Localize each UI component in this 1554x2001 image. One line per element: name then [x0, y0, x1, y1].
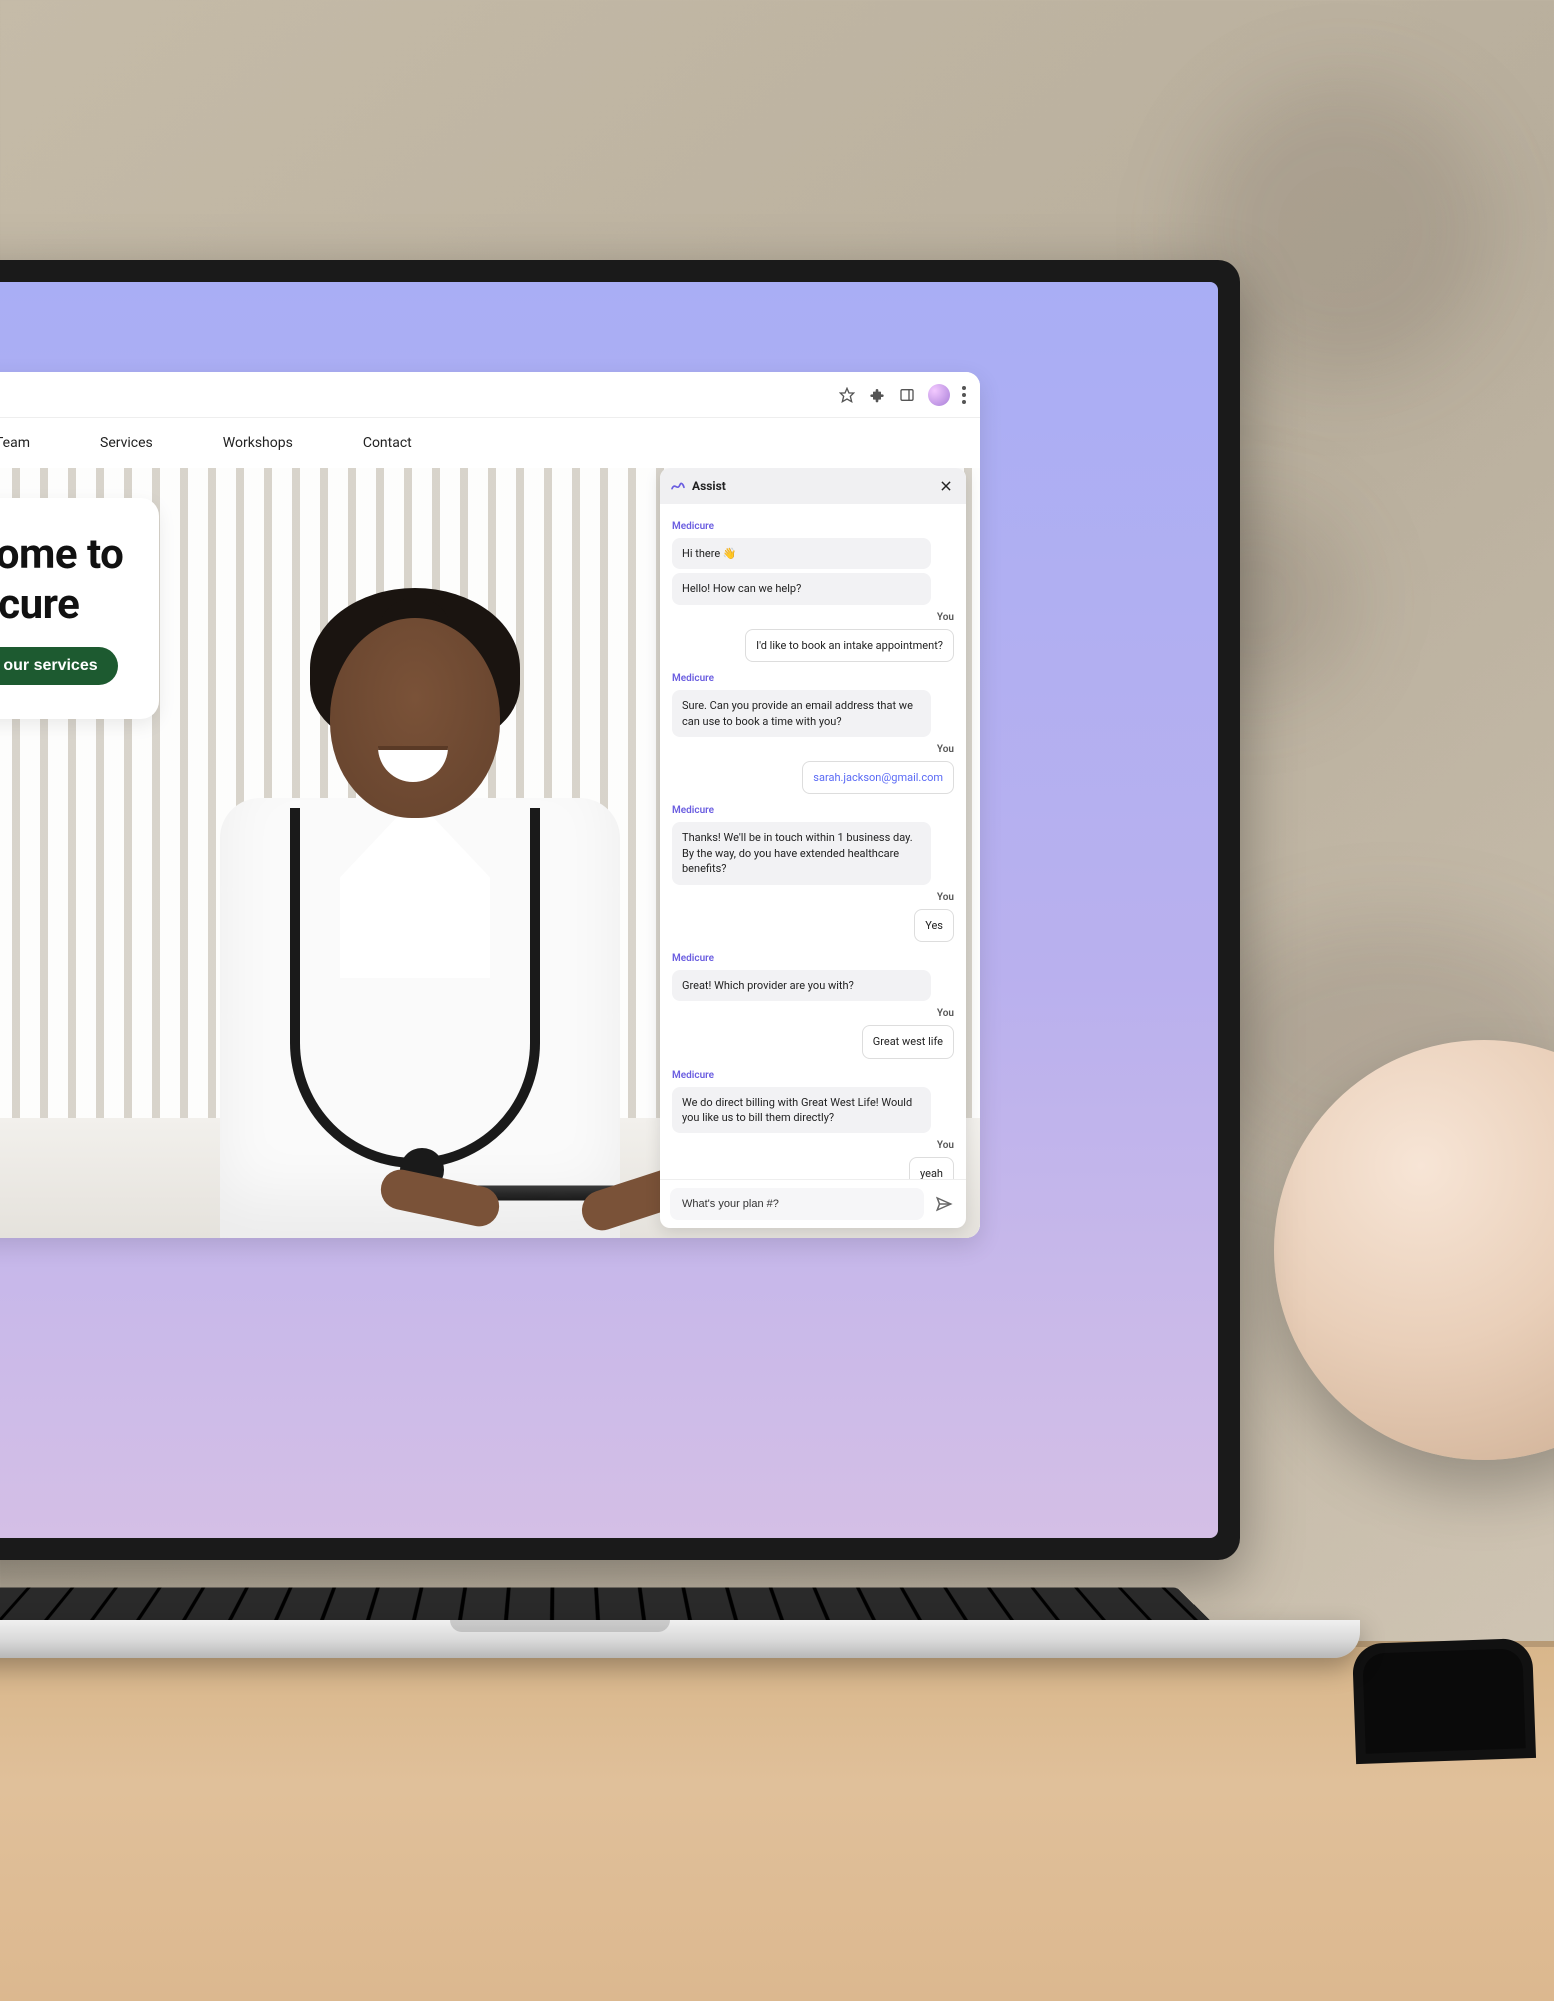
chat-row-you: I'd like to book an intake appointment?: [672, 629, 954, 666]
doctor-figure: [180, 558, 640, 1238]
chat-row-you: sarah.jackson@gmail.com: [672, 761, 954, 798]
chat-header: Assist: [660, 468, 966, 504]
chat-party-label-bot: Medicure: [672, 804, 954, 818]
page-hero: Welcome to Medicure Checkout our service…: [0, 468, 980, 1238]
assist-logo-icon: [670, 478, 686, 494]
chat-bubble-bot: Hi there 👋: [672, 538, 931, 569]
chat-body[interactable]: Medicure Hi there 👋 Hello! How can we help…: [660, 504, 966, 1179]
chat-party-label-bot: Medicure: [672, 952, 954, 966]
chat-party-label-you: You: [672, 1139, 954, 1153]
profile-avatar[interactable]: [928, 384, 950, 406]
chat-row-you: Yes: [672, 909, 954, 946]
chat-widget: Assist Medicure Hi there 👋 Hello! How can …: [660, 468, 966, 1228]
chat-bubble-you: Yes: [914, 909, 954, 942]
chat-input[interactable]: [670, 1188, 924, 1220]
phone-prop: [1352, 1638, 1536, 1764]
chat-party-label-you: You: [672, 611, 954, 625]
laptop-bezel: me Our Team Services Workshops Contact: [0, 260, 1240, 1560]
send-button[interactable]: [932, 1192, 956, 1216]
star-icon[interactable]: [838, 386, 856, 404]
cta-button[interactable]: Checkout our services: [0, 647, 118, 685]
panel-icon[interactable]: [898, 386, 916, 404]
hero-title-line1: Welcome to: [0, 530, 123, 579]
chat-input-row: [660, 1179, 966, 1228]
browser-window: me Our Team Services Workshops Contact: [0, 372, 980, 1238]
chat-bubble-you: sarah.jackson@gmail.com: [802, 761, 954, 794]
chat-bubble-bot: Hello! How can we help?: [672, 573, 931, 604]
close-icon[interactable]: [936, 476, 956, 496]
chat-bubble-you: I'd like to book an intake appointment?: [745, 629, 954, 662]
chat-brand: Assist: [692, 479, 726, 493]
nav-item-contact[interactable]: Contact: [363, 435, 412, 451]
chat-bubble-you: Great west life: [862, 1025, 954, 1058]
site-nav: me Our Team Services Workshops Contact: [0, 418, 980, 468]
laptop-screen: me Our Team Services Workshops Contact: [0, 282, 1218, 1538]
chat-bubble-bot: Sure. Can you provide an email address t…: [672, 690, 931, 737]
chat-party-label-you: You: [672, 891, 954, 905]
hero-title: Welcome to Medicure: [0, 530, 123, 629]
desk-surface: [0, 1641, 1554, 2001]
hero-title-line2: Medicure: [0, 580, 79, 629]
extensions-icon[interactable]: [868, 386, 886, 404]
chat-row-you: yeah: [672, 1157, 954, 1179]
chat-bubble-you: yeah: [909, 1157, 954, 1179]
chat-party-label-you: You: [672, 743, 954, 757]
chat-bubble-bot: We do direct billing with Great West Lif…: [672, 1087, 931, 1134]
laptop-keyboard: [0, 1587, 1210, 1620]
kebab-menu-icon[interactable]: [962, 386, 966, 404]
browser-toolbar: [0, 372, 980, 418]
chat-bubble-bot: Thanks! We'll be in touch within 1 busin…: [672, 822, 931, 884]
nav-item-workshops[interactable]: Workshops: [223, 435, 293, 451]
chat-party-label-you: You: [672, 1007, 954, 1021]
chat-party-label-bot: Medicure: [672, 672, 954, 686]
nav-item-services[interactable]: Services: [100, 435, 153, 451]
hero-card: Welcome to Medicure Checkout our service…: [0, 498, 159, 719]
chat-party-label-bot: Medicure: [672, 1069, 954, 1083]
laptop-base: [0, 1620, 1360, 1658]
nav-item-our-team[interactable]: Our Team: [0, 435, 30, 451]
chat-row-you: Great west life: [672, 1025, 954, 1062]
chat-party-label-bot: Medicure: [672, 520, 954, 534]
chat-bubble-bot: Great! Which provider are you with?: [672, 970, 931, 1001]
laptop: me Our Team Services Workshops Contact: [0, 260, 1240, 1658]
